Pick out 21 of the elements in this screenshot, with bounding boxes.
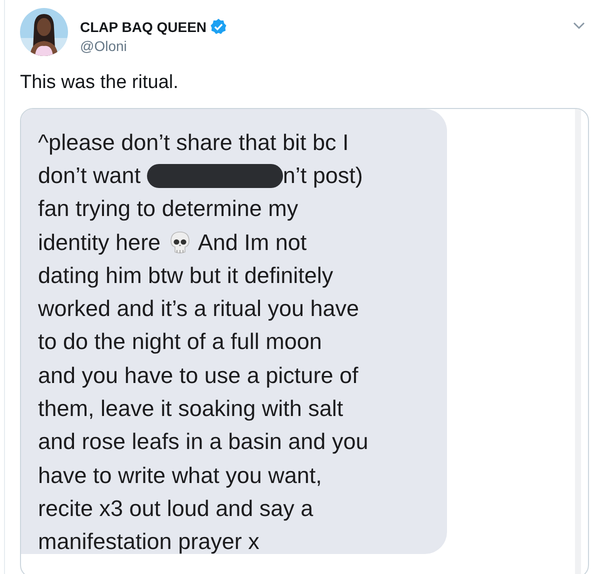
message-text: them, leave it soaking with salt xyxy=(38,396,344,422)
message-text: have to write what you want, xyxy=(38,462,322,489)
message-text: n’t post) xyxy=(282,162,363,189)
message-text: and rose leafs in a basin and you xyxy=(38,429,368,456)
tweet-text: This was the ritual. xyxy=(20,71,180,95)
message-text: don’t want xyxy=(38,162,142,189)
attached-image[interactable] xyxy=(20,108,589,574)
message-text: manifestation prayer x xyxy=(38,529,260,556)
author-handle[interactable]: @Oloni xyxy=(80,38,227,54)
message-text: And Im not xyxy=(196,230,307,256)
message-text: ^please don’t share that bit bc I xyxy=(38,130,349,156)
message-text: and you have to use a picture of xyxy=(38,362,358,389)
message-text: dating him btw but it definitely xyxy=(38,262,334,289)
message-text: to do the night of a full moon xyxy=(38,329,322,356)
message-text: identity here xyxy=(38,230,162,256)
message-text: fan trying to determine my xyxy=(38,196,298,222)
chevron-down-icon[interactable] xyxy=(573,22,585,30)
message-text: worked and it’s a ritual you have xyxy=(38,296,360,322)
message-text: recite x3 out loud and say a xyxy=(38,496,314,522)
author-name[interactable]: CLAP BAQ QUEEN xyxy=(80,18,207,34)
skull-icon xyxy=(170,230,190,255)
